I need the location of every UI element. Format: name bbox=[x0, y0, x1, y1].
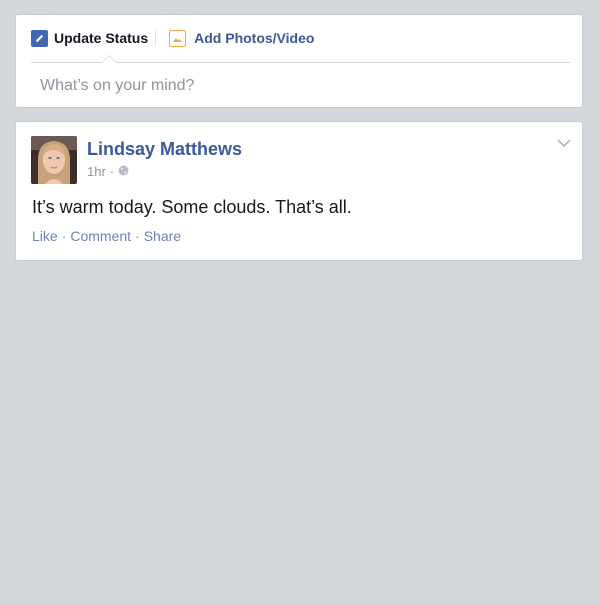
post-text: It’s warm today. Some clouds. That’s all… bbox=[32, 197, 352, 217]
post-actions: Like · Comment · Share bbox=[32, 228, 181, 244]
share-link[interactable]: Share bbox=[144, 228, 181, 244]
add-photos-video-label: Add Photos/Video bbox=[194, 30, 315, 46]
status-input[interactable] bbox=[40, 75, 560, 97]
composer-tabs: Update Status Add Photos/Video bbox=[31, 27, 314, 49]
photo-icon bbox=[169, 29, 187, 47]
post-meta: 1hr · bbox=[87, 164, 129, 179]
avatar[interactable] bbox=[31, 136, 77, 184]
chevron-down-icon[interactable] bbox=[556, 136, 572, 150]
action-separator: · bbox=[135, 228, 140, 244]
post-timestamp[interactable]: 1hr bbox=[87, 164, 106, 179]
update-status-tab[interactable]: Update Status bbox=[31, 27, 155, 49]
pencil-icon bbox=[31, 29, 48, 47]
update-status-label: Update Status bbox=[54, 30, 149, 46]
feed-post: Lindsay Matthews 1hr · It’s warm today. … bbox=[15, 121, 583, 261]
post-author-name[interactable]: Lindsay Matthews bbox=[87, 139, 242, 160]
globe-icon[interactable] bbox=[118, 164, 129, 179]
active-tab-indicator bbox=[101, 55, 117, 63]
comment-link[interactable]: Comment bbox=[70, 228, 131, 244]
add-photos-video-tab[interactable]: Add Photos/Video bbox=[156, 27, 314, 49]
meta-separator: · bbox=[109, 164, 115, 179]
like-link[interactable]: Like bbox=[32, 228, 58, 244]
action-separator: · bbox=[61, 228, 67, 244]
status-composer: Update Status Add Photos/Video bbox=[15, 14, 583, 108]
